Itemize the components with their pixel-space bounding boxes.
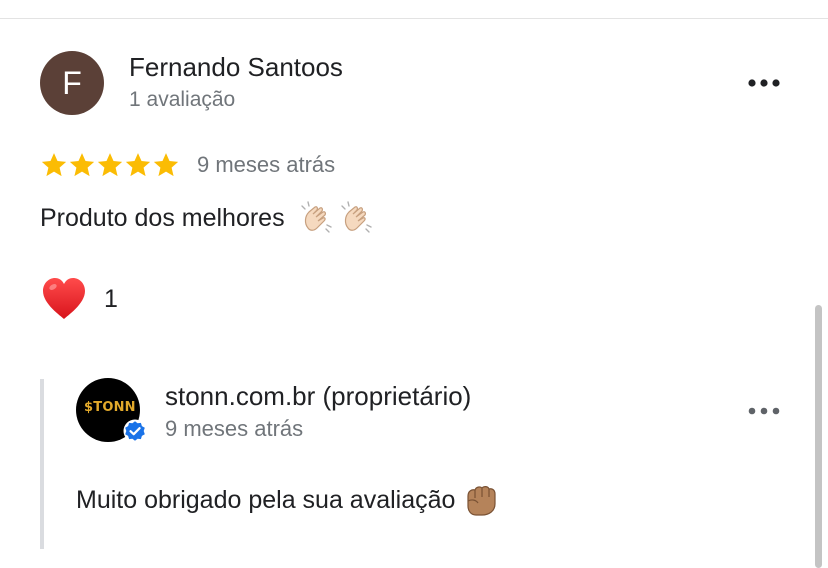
reviewer-avatar[interactable]: F (40, 51, 104, 115)
review-more-button[interactable] (744, 68, 784, 98)
owner-name[interactable]: stonn.com.br (proprietário) (165, 381, 471, 412)
reviewer-review-count: 1 avaliação (129, 88, 236, 111)
owner-logo: $TONN (84, 400, 136, 415)
heart-reaction-button[interactable]: 1 (40, 276, 118, 322)
scrollbar[interactable] (815, 305, 822, 568)
star-icon (125, 153, 151, 177)
star-icon (41, 153, 67, 177)
heart-icon (43, 278, 85, 319)
reaction-count: 1 (104, 284, 118, 313)
clapping-hands-icon (300, 201, 332, 233)
reviewer-name[interactable]: Fernando Santoos (129, 52, 343, 83)
owner-reply-text-content: Muito obrigado pela sua avaliação (76, 485, 456, 514)
reply-indent-bar (40, 379, 44, 549)
reply-more-button[interactable] (744, 396, 784, 426)
clapping-hands-icon (340, 201, 372, 233)
owner-reply-text: Muito obrigado pela sua avaliação (76, 482, 499, 518)
review-panel: F Fernando Santoos 1 avaliação 9 meses a… (0, 0, 828, 568)
divider (0, 18, 828, 19)
more-horizontal-icon (748, 407, 780, 415)
verified-badge-icon (123, 419, 147, 443)
owner-avatar[interactable]: $TONN (76, 378, 147, 443)
review-text: Produto dos melhores (40, 200, 375, 236)
star-rating (40, 150, 180, 180)
review-time: 9 meses atrás (197, 152, 336, 177)
more-horizontal-icon (748, 79, 780, 87)
review-text-content: Produto dos melhores (40, 203, 285, 232)
owner-reply-time: 9 meses atrás (165, 416, 304, 441)
star-icon (69, 153, 95, 177)
fist-bump-icon (467, 486, 497, 516)
avatar-initial: F (62, 64, 82, 101)
star-icon (153, 153, 179, 177)
star-icon (97, 153, 123, 177)
